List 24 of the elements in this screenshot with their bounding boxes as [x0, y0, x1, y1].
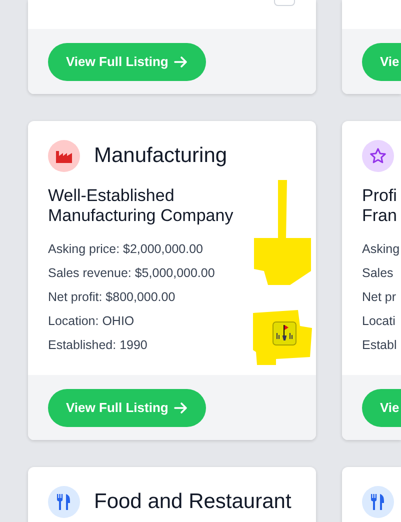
view-listing-button[interactable]: View Full Listing [48, 42, 206, 80]
listing-detail: Sales [362, 264, 394, 282]
listing-title: Profi Fran [362, 186, 398, 226]
listing-title: Well-Established Manufacturing Company [48, 186, 234, 226]
view-listing-button[interactable]: View Full Listing [48, 388, 206, 426]
category-title: Manufacturing [94, 143, 228, 170]
factory-icon [56, 149, 72, 163]
listing-detail: Established: 1990 [48, 336, 148, 354]
fork-knife-icon [371, 494, 385, 510]
category-title: Food and Restaurant [94, 489, 292, 516]
listing-detail: Establ [362, 336, 397, 354]
listing-detail: Asking price: $2,000,000.00 [48, 240, 203, 258]
listing-detail: Net profit: $800,000.00 [48, 288, 176, 306]
listing-detail: Net pr [362, 288, 396, 306]
view-listing-button[interactable]: Vie [362, 42, 401, 80]
arrow-right-icon [174, 400, 188, 414]
arrow-right-icon [174, 54, 188, 68]
listing-detail: Sales revenue: $5,000,000.00 [48, 264, 215, 282]
view-listing-button[interactable]: Vie [362, 388, 401, 426]
listing-detail: Locati [362, 312, 396, 330]
star-icon [369, 147, 387, 165]
fork-knife-icon [57, 494, 71, 510]
listing-detail: Location: OHIO [48, 312, 134, 330]
listing-detail: Asking [362, 240, 400, 258]
